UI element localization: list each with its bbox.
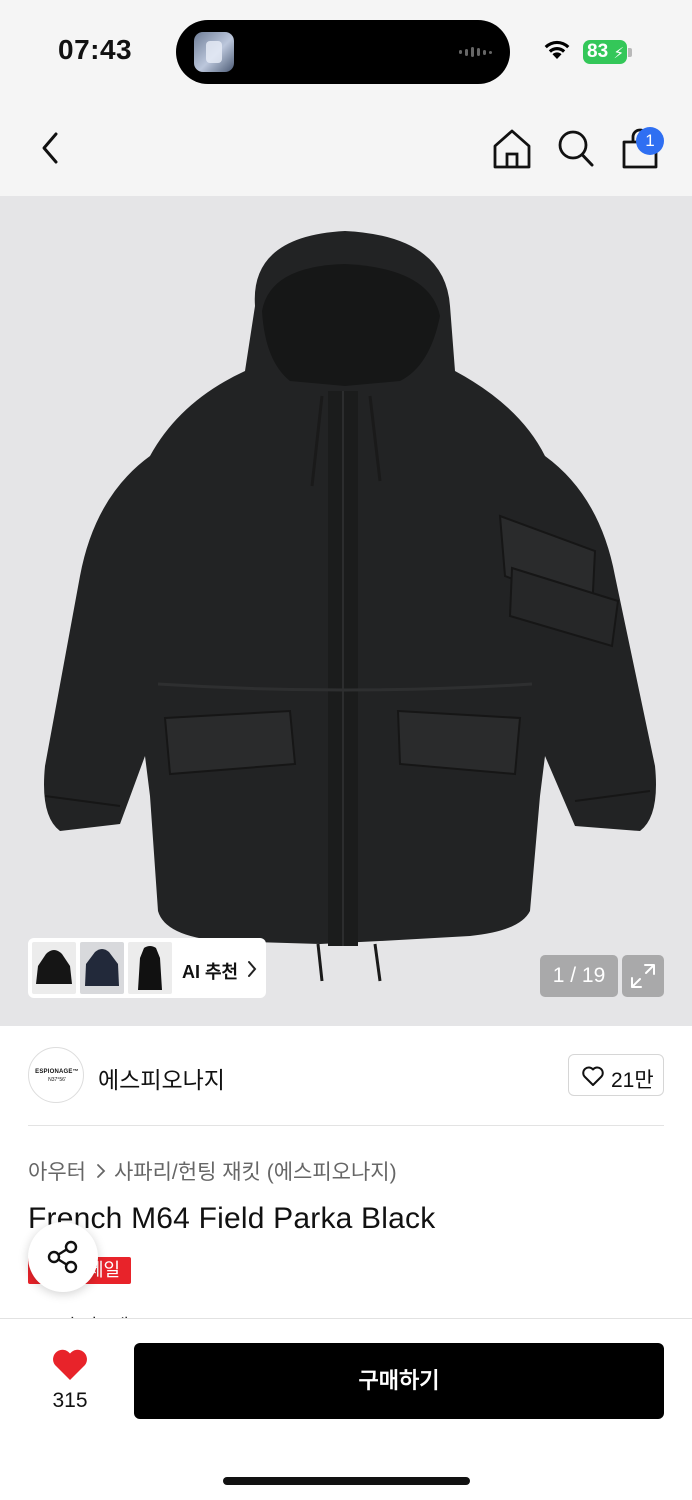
battery-cap [628, 48, 632, 57]
live-activity-app-icon [194, 32, 234, 72]
recommend-thumb[interactable] [80, 942, 124, 994]
breadcrumb-category[interactable]: 아우터 [28, 1156, 86, 1186]
wifi-icon [544, 40, 570, 59]
ai-recommend-label[interactable]: AI 추천 [182, 958, 238, 984]
cart-count-badge: 1 [636, 127, 664, 155]
product-page: 07:43 83 ⚡ 1 AI 추천 1 / 19 ESPIONAGE™ N37… [0, 0, 692, 1500]
audio-wave-icon [459, 47, 492, 57]
recommend-thumb[interactable] [128, 942, 172, 994]
recommend-thumb[interactable] [32, 942, 76, 994]
brand-name[interactable]: 에스피오나지 [98, 1061, 225, 1095]
top-navigation [0, 100, 692, 196]
chevron-right-icon [248, 961, 257, 977]
brand-logo-text: ESPIONAGE™ [35, 1069, 79, 1075]
dynamic-island[interactable] [176, 20, 510, 84]
product-title: French M64 Field Parka Black [28, 1202, 436, 1235]
heart-filled-icon[interactable] [50, 1347, 90, 1383]
brand-like-button[interactable]: 21만 [568, 1054, 664, 1096]
battery-charging-icon: ⚡ [613, 45, 624, 62]
status-bar: 07:43 83 ⚡ [0, 0, 692, 100]
heart-outline-icon [582, 1066, 604, 1086]
search-icon[interactable] [556, 128, 596, 170]
expand-button[interactable] [622, 955, 664, 997]
bottom-action-bar: 315 구매하기 [0, 1318, 692, 1500]
ai-recommend-strip[interactable]: AI 추천 [28, 938, 266, 998]
brand-like-count: 21만 [611, 1069, 654, 1092]
expand-icon [631, 964, 655, 988]
battery-level: 83 [587, 41, 609, 62]
battery-indicator: 83 ⚡ [583, 40, 627, 64]
status-time: 07:43 [58, 34, 133, 65]
wishlist-count: 315 [52, 1389, 88, 1412]
home-icon[interactable] [492, 128, 532, 170]
breadcrumb-subcategory[interactable]: 사파리/헌팅 재킷 (에스피오나지) [114, 1156, 397, 1186]
buy-button[interactable]: 구매하기 [134, 1343, 664, 1419]
breadcrumb: 아우터 사파리/헌팅 재킷 (에스피오나지) [28, 1156, 397, 1186]
back-icon[interactable] [36, 128, 64, 168]
divider [28, 1125, 664, 1126]
product-image-gallery[interactable] [0, 196, 692, 1026]
home-indicator [223, 1477, 470, 1485]
chevron-right-icon [97, 1164, 106, 1178]
share-button[interactable] [28, 1222, 98, 1292]
image-counter: 1 / 19 [540, 955, 618, 997]
brand-logo[interactable]: ESPIONAGE™ N37°56' [28, 1047, 84, 1103]
brand-logo-subtext: N37°56' [48, 1077, 66, 1083]
parka-image [44, 231, 656, 982]
share-icon [47, 1240, 78, 1274]
